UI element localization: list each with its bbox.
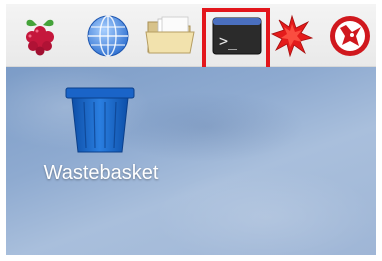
web-browser-globe-icon[interactable]	[86, 14, 130, 58]
raspberry-pi-menu-icon[interactable]	[18, 14, 62, 58]
file-manager-folder-icon[interactable]	[144, 14, 196, 58]
mathematica-icon[interactable]	[270, 14, 314, 58]
wolfram-icon[interactable]	[328, 14, 372, 58]
terminal-icon[interactable]: >_	[212, 14, 262, 58]
wastebasket-label[interactable]: Wastebasket	[26, 162, 176, 185]
screen-frame: >_ Wastebasket	[6, 4, 376, 255]
desktop-background[interactable]	[6, 67, 376, 255]
terminal-prompt-glyph: >_	[219, 32, 238, 50]
wastebasket-icon[interactable]	[64, 86, 136, 156]
taskbar: >_	[6, 4, 376, 74]
